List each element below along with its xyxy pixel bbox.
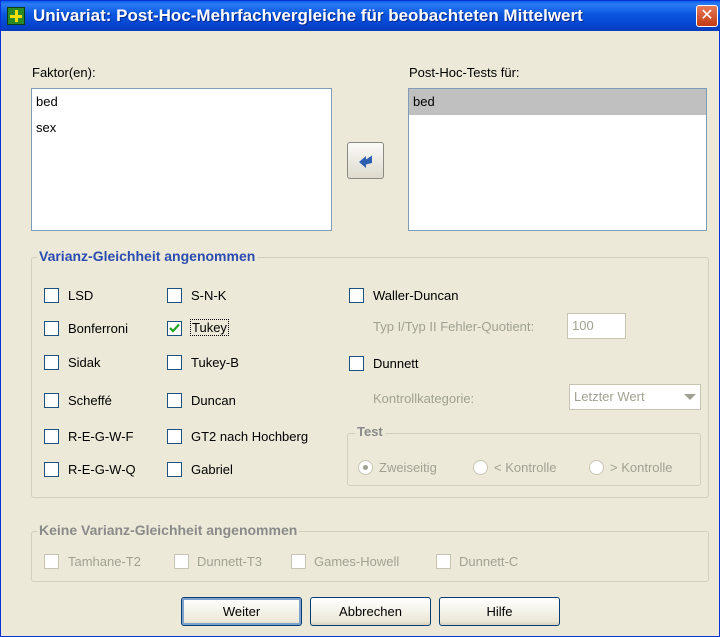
arrow-left-icon xyxy=(359,155,372,168)
factor-item-sex[interactable]: sex xyxy=(32,115,331,141)
regwq-label: R-E-G-W-Q xyxy=(68,462,136,477)
tukey-b-checkbox[interactable] xyxy=(167,355,182,370)
unequal-variance-title: Keine Varianz-Gleichheit angenommen xyxy=(37,522,300,538)
tukey-b-label: Tukey-B xyxy=(191,355,239,370)
factors-listbox[interactable]: bed sex xyxy=(31,88,332,231)
games-howell-checkbox[interactable] xyxy=(291,554,306,569)
radio-greater-control[interactable] xyxy=(589,460,604,475)
error-ratio-input[interactable]: 100 xyxy=(567,313,626,339)
cancel-button[interactable]: Abbrechen xyxy=(310,597,431,626)
posthoc-listbox[interactable]: bed xyxy=(408,88,707,231)
tamhane-t2-label: Tamhane-T2 xyxy=(68,554,141,569)
snk-label: S-N-K xyxy=(191,288,227,303)
control-category-value: Letzter Wert xyxy=(574,389,645,404)
equal-variance-title: Varianz-Gleichheit angenommen xyxy=(37,248,258,264)
gabriel-checkbox[interactable] xyxy=(167,462,182,477)
dunnett-t3-label: Dunnett-T3 xyxy=(197,554,263,569)
dunnett-t3-checkbox[interactable] xyxy=(174,554,189,569)
spss-app-icon xyxy=(7,7,25,25)
waller-duncan-label: Waller-Duncan xyxy=(373,288,459,303)
help-button[interactable]: Hilfe xyxy=(439,597,560,626)
radio-two-sided[interactable] xyxy=(358,460,373,475)
window-title: Univariat: Post-Hoc-Mehrfachvergleiche f… xyxy=(33,6,583,25)
scheffe-label: Scheffé xyxy=(68,393,112,408)
checkmark-icon xyxy=(169,323,180,333)
radio-dot xyxy=(363,465,368,470)
snk-checkbox[interactable] xyxy=(167,288,182,303)
greater-control-label: > Kontrolle xyxy=(610,460,673,475)
lsd-checkbox[interactable] xyxy=(44,288,59,303)
gt2-hochberg-checkbox[interactable] xyxy=(167,429,182,444)
less-control-label: < Kontrolle xyxy=(494,460,557,475)
games-howell-label: Games-Howell xyxy=(314,554,400,569)
factors-label: Faktor(en): xyxy=(32,65,96,80)
tukey-checkbox[interactable] xyxy=(167,321,182,336)
posthoc-label: Post-Hoc-Tests für: xyxy=(409,65,520,80)
close-button[interactable]: ✕ xyxy=(696,5,718,27)
tukey-label: Tukey xyxy=(190,319,229,336)
dunnett-label: Dunnett xyxy=(373,356,419,371)
scheffe-checkbox[interactable] xyxy=(44,393,59,408)
duncan-label: Duncan xyxy=(191,393,236,408)
two-sided-label: Zweiseitig xyxy=(379,460,437,475)
waller-duncan-checkbox[interactable] xyxy=(349,288,364,303)
factor-item-bed[interactable]: bed xyxy=(32,89,331,115)
regwf-label: R-E-G-W-F xyxy=(68,429,134,444)
duncan-checkbox[interactable] xyxy=(167,393,182,408)
dunnett-c-checkbox[interactable] xyxy=(436,554,451,569)
gt2-hochberg-label: GT2 nach Hochberg xyxy=(191,429,309,444)
test-title: Test xyxy=(355,424,385,439)
dunnett-c-label: Dunnett-C xyxy=(459,554,519,569)
dunnett-checkbox[interactable] xyxy=(349,356,364,371)
regwf-checkbox[interactable] xyxy=(44,429,59,444)
tamhane-t2-checkbox[interactable] xyxy=(44,554,59,569)
control-category-label: Kontrollkategorie: xyxy=(373,391,475,406)
sidak-label: Sidak xyxy=(68,355,101,370)
radio-less-control[interactable] xyxy=(473,460,488,475)
dialog-window: Univariat: Post-Hoc-Mehrfachvergleiche f… xyxy=(0,0,720,637)
posthoc-item-bed[interactable]: bed xyxy=(409,89,706,115)
move-factor-button[interactable] xyxy=(347,142,384,179)
lsd-label: LSD xyxy=(68,288,94,303)
chevron-down-icon xyxy=(684,394,696,400)
error-ratio-label: Typ I/Typ II Fehler-Quotient: xyxy=(373,319,535,334)
gabriel-label: Gabriel xyxy=(191,462,233,477)
title-bar[interactable]: Univariat: Post-Hoc-Mehrfachvergleiche f… xyxy=(1,1,720,31)
bonferroni-label: Bonferroni xyxy=(68,321,128,336)
continue-button[interactable]: Weiter xyxy=(181,597,302,626)
regwq-checkbox[interactable] xyxy=(44,462,59,477)
control-category-select[interactable]: Letzter Wert xyxy=(569,384,701,410)
sidak-checkbox[interactable] xyxy=(44,355,59,370)
bonferroni-checkbox[interactable] xyxy=(44,321,59,336)
